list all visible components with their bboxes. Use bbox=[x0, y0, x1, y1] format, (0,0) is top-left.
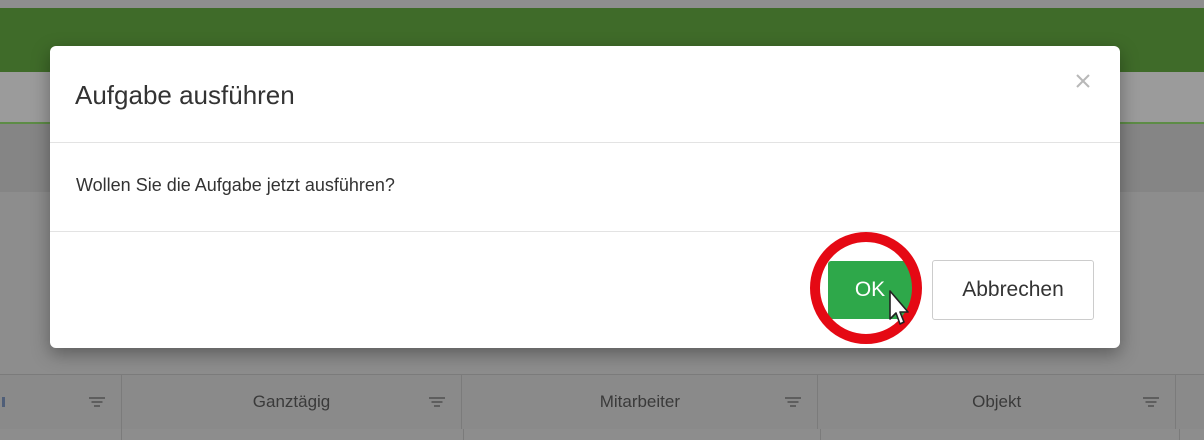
dialog-body: Wollen Sie die Aufgabe jetzt ausführen? bbox=[50, 143, 1120, 232]
dialog-message: Wollen Sie die Aufgabe jetzt ausführen? bbox=[76, 175, 395, 195]
grid-column-partial[interactable] bbox=[0, 375, 122, 429]
filter-icon[interactable] bbox=[1143, 397, 1160, 407]
partial-column-edge bbox=[2, 397, 5, 407]
column-label: Objekt bbox=[972, 392, 1022, 411]
table-cell bbox=[122, 429, 464, 440]
column-label: Mitarbeiter bbox=[599, 392, 681, 411]
column-label: Ganztägig bbox=[252, 392, 331, 411]
grid-column-ganztaegig[interactable]: Ganztägig bbox=[122, 375, 463, 429]
close-icon bbox=[1076, 74, 1090, 88]
dialog-header: Aufgabe ausführen bbox=[50, 46, 1120, 143]
ok-button[interactable]: OK bbox=[828, 261, 912, 319]
table-row[interactable] bbox=[0, 429, 1204, 440]
grid-column-objekt[interactable]: Objekt bbox=[818, 375, 1177, 429]
dialog-title: Aufgabe ausführen bbox=[75, 80, 295, 110]
table-cell bbox=[0, 429, 122, 440]
filter-icon[interactable] bbox=[785, 397, 802, 407]
filter-icon[interactable] bbox=[88, 397, 105, 407]
grid-header: Ganztägig Mitarbeiter Objekt bbox=[0, 374, 1204, 430]
table-cell bbox=[464, 429, 821, 440]
cancel-button[interactable]: Abbrechen bbox=[932, 260, 1094, 320]
grid-column-partial-right[interactable] bbox=[1176, 375, 1204, 429]
filter-icon[interactable] bbox=[429, 397, 446, 407]
grid-column-mitarbeiter[interactable]: Mitarbeiter bbox=[462, 375, 819, 429]
close-button[interactable] bbox=[1070, 68, 1096, 94]
table-cell bbox=[821, 429, 1180, 440]
execute-task-dialog: Aufgabe ausführen Wollen Sie die Aufgabe… bbox=[50, 46, 1120, 348]
